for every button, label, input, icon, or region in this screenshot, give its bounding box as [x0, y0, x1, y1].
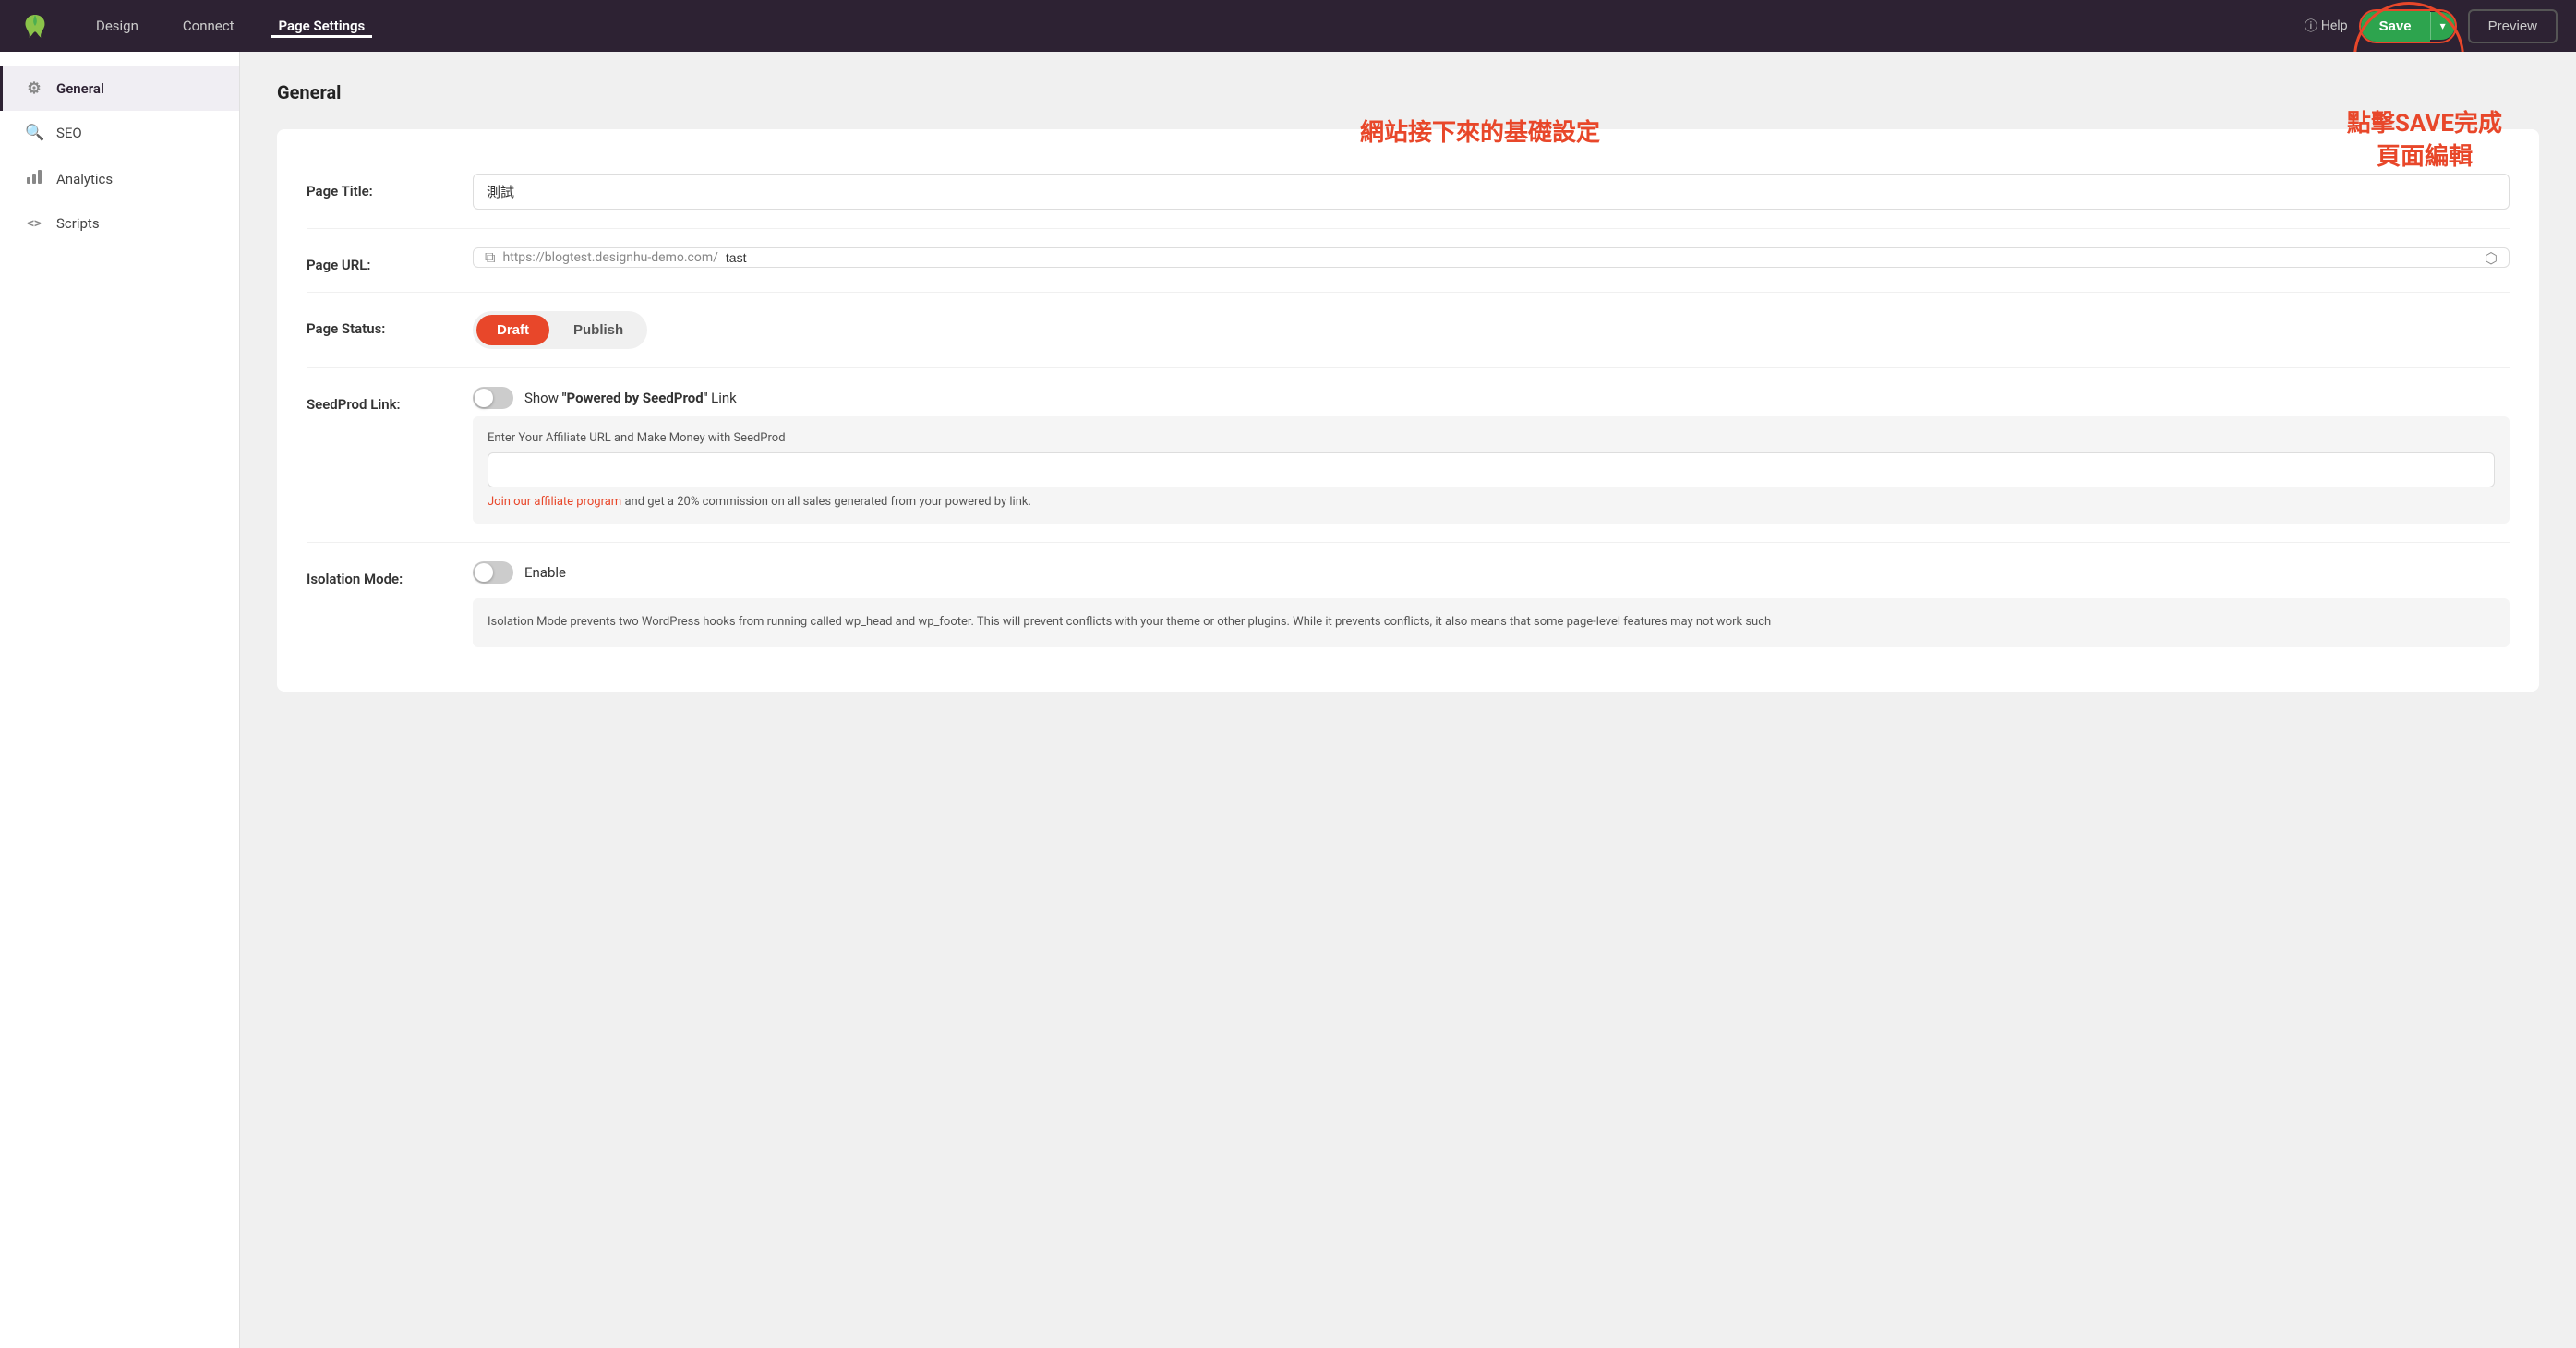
affiliate-link-suffix: and get a 20% commission on all sales ge…	[624, 495, 1030, 509]
save-btn-group: Save ▾	[2359, 9, 2457, 43]
isolation-toggle-label: Enable	[524, 564, 566, 581]
sidebar-label-analytics: Analytics	[56, 171, 113, 187]
page-status-control: Draft Publish	[473, 311, 2510, 349]
save-button-group-wrapper: Save ▾	[2359, 9, 2457, 43]
nav-connect[interactable]: Connect	[175, 14, 242, 38]
page-url-label: Page URL:	[307, 247, 473, 273]
nav-page-settings[interactable]: Page Settings	[271, 14, 373, 38]
gear-icon: ⚙	[25, 79, 43, 98]
seedprod-link-control: Show "Powered by SeedProd" Link Enter Yo…	[473, 387, 2510, 524]
seedprod-link-label: SeedProd Link:	[307, 387, 473, 413]
page-title-input[interactable]	[473, 174, 2510, 210]
isolation-mode-row: Isolation Mode: Enable Isolation Mode pr…	[307, 543, 2510, 666]
analytics-icon	[25, 168, 43, 189]
page-url-control: ⧉ https://blogtest.designhu-demo.com/ ⬡	[473, 247, 2510, 268]
affiliate-link[interactable]: Join our affiliate program	[488, 495, 621, 509]
url-field: ⧉ https://blogtest.designhu-demo.com/ ⬡	[473, 247, 2510, 268]
publish-button[interactable]: Publish	[553, 315, 644, 345]
affiliate-link-text: Join our affiliate program and get a 20%…	[488, 495, 2495, 509]
isolation-mode-label: Isolation Mode:	[307, 561, 473, 587]
search-icon: 🔍	[25, 124, 43, 142]
copy-icon[interactable]: ⧉	[485, 248, 495, 267]
page-status-row: Page Status: Draft Publish	[307, 293, 2510, 368]
seedprod-toggle-row: Show "Powered by SeedProd" Link	[473, 387, 2510, 409]
page-status-label: Page Status:	[307, 311, 473, 337]
affiliate-desc: Enter Your Affiliate URL and Make Money …	[488, 431, 2495, 445]
sidebar-item-seo[interactable]: 🔍 SEO	[0, 111, 239, 155]
seedprod-toggle[interactable]	[473, 387, 513, 409]
draft-button[interactable]: Draft	[476, 315, 549, 345]
status-toggle: Draft Publish	[473, 311, 647, 349]
url-base: https://blogtest.designhu-demo.com/	[502, 250, 717, 265]
page-title-row: Page Title:	[307, 155, 2510, 229]
isolation-toggle[interactable]	[473, 561, 513, 584]
seedprod-toggle-label: Show "Powered by SeedProd" Link	[524, 390, 737, 406]
help-icon: ⓘ	[2305, 17, 2317, 35]
topnav-right-actions: ⓘ Help Save ▾ Preview	[2305, 9, 2558, 43]
preview-button[interactable]: Preview	[2468, 9, 2558, 43]
url-slug-input[interactable]	[726, 250, 2477, 265]
affiliate-box: Enter Your Affiliate URL and Make Money …	[473, 416, 2510, 524]
seedprod-link-row: SeedProd Link: Show "Powered by SeedProd…	[307, 368, 2510, 543]
isolation-mode-control: Enable Isolation Mode prevents two WordP…	[473, 561, 2510, 647]
help-button[interactable]: ⓘ Help	[2305, 17, 2348, 35]
page-url-row: Page URL: ⧉ https://blogtest.designhu-de…	[307, 229, 2510, 293]
top-navigation: Design Connect Page Settings ⓘ Help Save…	[0, 0, 2576, 52]
page-title-label: Page Title:	[307, 174, 473, 199]
sidebar-item-analytics[interactable]: Analytics	[0, 155, 239, 202]
seedprod-brand: "Powered by SeedProd"	[562, 390, 708, 406]
affiliate-url-input[interactable]	[488, 452, 2495, 487]
section-title: General	[277, 81, 2539, 103]
sidebar-label-general: General	[56, 80, 104, 97]
save-dropdown-button[interactable]: ▾	[2430, 12, 2455, 40]
sidebar-item-scripts[interactable]: <> Scripts	[0, 202, 239, 245]
main-layout: ⚙ General 🔍 SEO Analytics <> Scripts 網站接…	[0, 52, 2576, 1348]
help-label: Help	[2321, 18, 2348, 33]
sidebar-item-general[interactable]: ⚙ General	[0, 66, 239, 111]
sidebar-label-seo: SEO	[56, 125, 82, 141]
content-area: 網站接下來的基礎設定 點擊SAVE完成頁面編輯 General Page Tit…	[240, 52, 2576, 1348]
isolation-description: Isolation Mode prevents two WordPress ho…	[473, 598, 2510, 647]
app-logo	[18, 9, 52, 42]
nav-design[interactable]: Design	[89, 14, 146, 38]
page-title-control	[473, 174, 2510, 210]
general-form: Page Title: Page URL: ⧉ https://blogtest…	[277, 129, 2539, 692]
save-button[interactable]: Save	[2361, 11, 2430, 42]
open-external-icon[interactable]: ⬡	[2485, 249, 2498, 267]
scripts-icon: <>	[25, 217, 43, 231]
sidebar: ⚙ General 🔍 SEO Analytics <> Scripts	[0, 52, 240, 1348]
sidebar-label-scripts: Scripts	[56, 215, 100, 232]
isolation-toggle-row: Enable	[473, 561, 2510, 584]
